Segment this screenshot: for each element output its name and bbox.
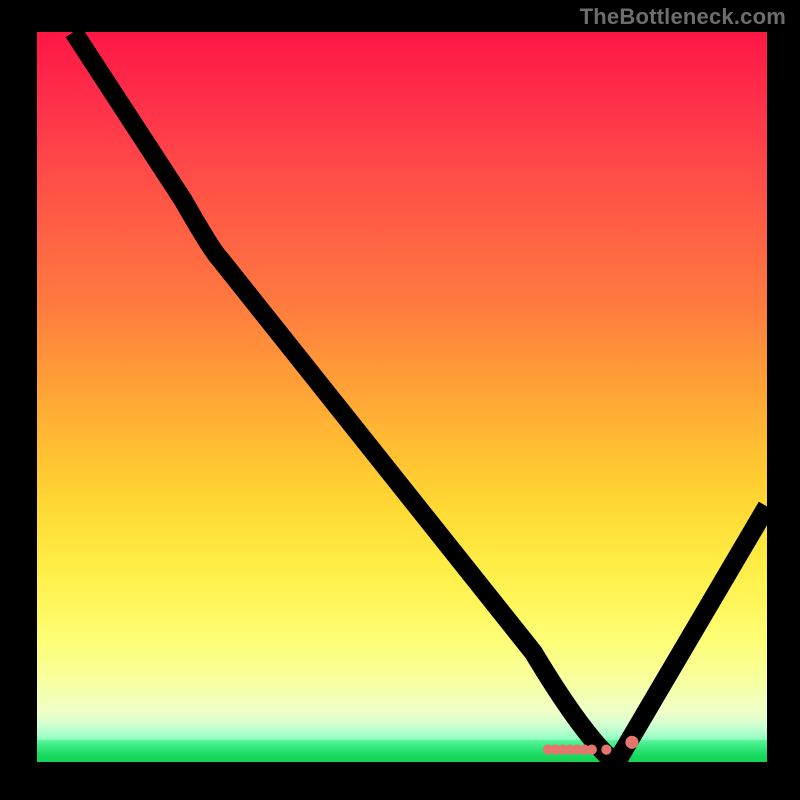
gradient-warm [37,32,767,711]
gradient-background [37,32,767,762]
plot-area [35,30,769,764]
gradient-pale [37,711,767,740]
watermark-text: TheBottleneck.com [580,4,786,30]
gradient-green [37,740,767,762]
chart-frame: TheBottleneck.com [0,0,800,800]
